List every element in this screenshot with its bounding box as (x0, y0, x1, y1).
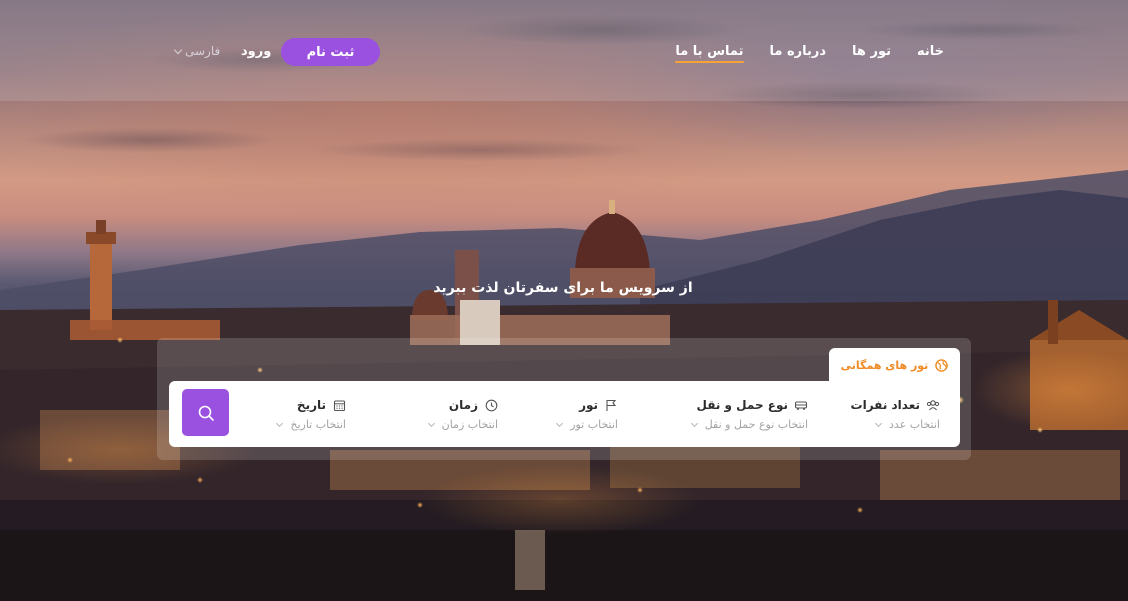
chevron-down-icon (427, 419, 435, 427)
login-link[interactable]: ورود (241, 44, 271, 59)
field-date[interactable]: تاریخ انتخاب تاریخ (276, 397, 346, 431)
field-passengers-label: تعداد نفرات (850, 398, 920, 412)
globe-icon (934, 358, 948, 372)
field-tour-label: تور (579, 398, 598, 412)
signup-button[interactable]: ثبت نام (281, 38, 380, 66)
tab-label: تور های همگانی (840, 358, 929, 372)
field-passengers[interactable]: تعداد نفرات انتخاب عدد (851, 397, 940, 431)
field-transport-label: نوع حمل و نقل (696, 398, 788, 412)
calendar-icon (332, 398, 346, 412)
field-transport-placeholder: انتخاب نوع حمل و نقل (704, 418, 808, 431)
car-icon (794, 398, 808, 412)
field-date-placeholder: انتخاب تاریخ (290, 418, 346, 431)
chevron-down-icon (173, 45, 183, 54)
field-time[interactable]: زمان انتخاب زمان (427, 397, 498, 431)
top-navigation: خانه تور ها درباره ما تماس با ما ثبت نام… (0, 0, 1128, 101)
field-date-label: تاریخ (296, 398, 326, 412)
users-icon (926, 398, 940, 412)
hero-tagline-text: از سرویس ما برای سفرتان لذت ببرید (433, 280, 693, 296)
chevron-down-icon (556, 419, 564, 427)
field-tour[interactable]: تور انتخاب تور (556, 397, 618, 431)
flag-icon (604, 398, 618, 412)
nav-links: خانه تور ها درباره ما تماس با ما (675, 44, 944, 63)
tab-public-tours[interactable]: تور های همگانی (829, 348, 960, 382)
nav-link-home[interactable]: خانه (917, 44, 944, 59)
language-select[interactable]: فارسی (173, 44, 221, 58)
search-button[interactable] (182, 389, 229, 436)
field-tour-placeholder: انتخاب تور (570, 418, 618, 431)
clock-icon (484, 398, 498, 412)
language-label: فارسی (185, 44, 221, 58)
field-transport[interactable]: نوع حمل و نقل انتخاب نوع حمل و نقل (690, 397, 808, 431)
chevron-down-icon (874, 419, 883, 427)
search-icon (198, 405, 214, 421)
field-time-label: زمان (448, 398, 478, 412)
nav-link-contact[interactable]: تماس با ما (675, 44, 744, 63)
nav-link-about[interactable]: درباره ما (770, 44, 827, 59)
field-time-placeholder: انتخاب زمان (441, 418, 498, 431)
hero-tagline: از سرویس ما برای سفرتان لذت ببرید (0, 280, 1128, 296)
nav-link-tours[interactable]: تور ها (852, 44, 891, 59)
chevron-down-icon (276, 419, 284, 427)
chevron-down-icon (690, 419, 698, 427)
field-passengers-placeholder: انتخاب عدد (889, 418, 940, 431)
